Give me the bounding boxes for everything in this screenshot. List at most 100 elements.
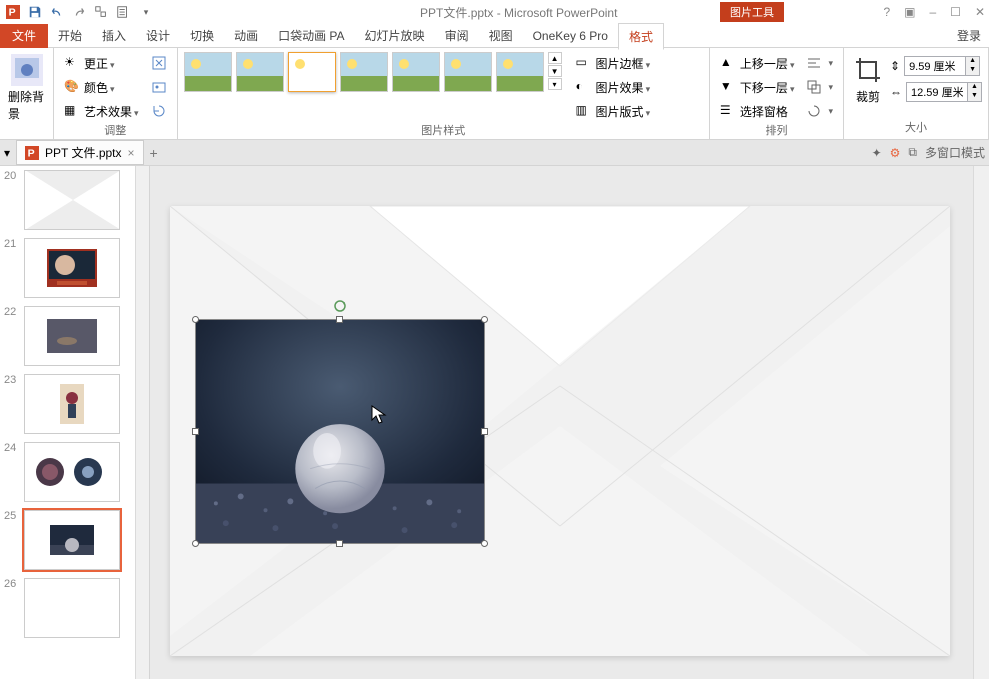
maximize-icon[interactable]: ☐ [950, 5, 961, 19]
color-button[interactable]: 🎨颜色 [60, 76, 143, 98]
rotate-handle[interactable] [334, 300, 346, 312]
artistic-effects-button[interactable]: ▦艺术效果 [60, 100, 143, 122]
gallery-more-icon[interactable]: ▾ [548, 78, 562, 90]
slide-thumbnail-24[interactable] [24, 442, 120, 502]
tab-onekey[interactable]: OneKey 6 Pro [523, 25, 618, 47]
picture-effects-button[interactable]: ◐图片效果 [572, 76, 655, 98]
tool-icon-1[interactable]: ✦ [872, 146, 882, 160]
arrange-group-label: 排列 [716, 122, 837, 138]
resize-handle-nw[interactable] [192, 316, 199, 323]
thumbnail-scrollbar[interactable] [135, 166, 149, 679]
styles-group-label: 图片样式 [184, 122, 703, 138]
slide-editor[interactable] [150, 166, 973, 679]
width-down-icon[interactable]: ▼ [967, 92, 981, 101]
thumb-number: 23 [4, 374, 20, 434]
corrections-button[interactable]: ☀更正 [60, 52, 143, 74]
slide-thumbnail-21[interactable] [24, 238, 120, 298]
style-preset-1[interactable] [184, 52, 232, 92]
document-tab[interactable]: P PPT 文件.pptx × [16, 140, 144, 165]
doctab-close-icon[interactable]: × [128, 146, 135, 160]
ribbon-display-icon[interactable]: ▣ [904, 5, 915, 19]
vertical-scrollbar[interactable] [973, 166, 989, 679]
close-icon[interactable]: ✕ [975, 5, 985, 19]
align-button[interactable] [802, 52, 837, 74]
bring-forward-button[interactable]: ▲上移一层 [716, 52, 799, 74]
palette-icon: 🎨 [64, 79, 80, 95]
save-icon[interactable] [26, 3, 44, 21]
rotate-button[interactable] [802, 100, 837, 122]
ribbon: 删除背景 ☀更正 🎨颜色 ▦艺术效果 调整 [0, 48, 989, 140]
login-button[interactable]: 登录 [949, 23, 989, 48]
effects-icon: ▦ [64, 103, 80, 119]
resize-handle-e[interactable] [481, 428, 488, 435]
height-input[interactable]: ▲▼ [904, 56, 980, 76]
picture-border-button[interactable]: ▭图片边框 [572, 52, 655, 74]
picture-style-gallery: ▲ ▼ ▾ [184, 52, 562, 122]
width-up-icon[interactable]: ▲ [967, 83, 981, 92]
selected-picture[interactable] [195, 319, 485, 544]
picture-layout-button[interactable]: ▥图片版式 [572, 100, 655, 122]
slide-thumbnail-20[interactable] [24, 170, 120, 230]
new-tab-button[interactable]: + [150, 145, 158, 161]
slide-canvas[interactable] [170, 206, 950, 656]
tab-format[interactable]: 格式 [618, 23, 664, 50]
gallery-up-icon[interactable]: ▲ [548, 52, 562, 64]
contextual-tab-header: 图片工具 [720, 0, 784, 24]
change-picture-button[interactable] [147, 76, 171, 98]
layout-icon: ▥ [576, 103, 592, 119]
slide-thumbnail-22[interactable] [24, 306, 120, 366]
settings-icon[interactable]: ⚙ [890, 146, 901, 160]
style-preset-6[interactable] [444, 52, 492, 92]
compress-pictures-button[interactable] [147, 52, 171, 74]
tab-animations[interactable]: 动画 [224, 23, 268, 48]
style-preset-2[interactable] [236, 52, 284, 92]
help-icon[interactable]: ? [883, 5, 890, 19]
tab-review[interactable]: 审阅 [435, 23, 479, 48]
selection-pane-button[interactable]: ☰选择窗格 [716, 100, 799, 122]
tab-view[interactable]: 视图 [479, 23, 523, 48]
slide-thumbnail-26[interactable] [24, 578, 120, 638]
slide-thumbnail-23[interactable] [24, 374, 120, 434]
reset-picture-button[interactable] [147, 100, 171, 122]
tab-design[interactable]: 设计 [136, 23, 180, 48]
qat-icon-2[interactable] [114, 3, 132, 21]
qat-icon-1[interactable] [92, 3, 110, 21]
tab-home[interactable]: 开始 [48, 23, 92, 48]
slide-thumbnail-25[interactable] [24, 510, 120, 570]
resize-handle-ne[interactable] [481, 316, 488, 323]
resize-handle-se[interactable] [481, 540, 488, 547]
thumb-number: 26 [4, 578, 20, 638]
file-tab[interactable]: 文件 [0, 24, 48, 48]
minimize-icon[interactable]: – [929, 5, 936, 19]
height-down-icon[interactable]: ▼ [965, 66, 979, 75]
tab-insert[interactable]: 插入 [92, 23, 136, 48]
thumb-number: 21 [4, 238, 20, 298]
resize-handle-w[interactable] [192, 428, 199, 435]
multiwindow-label[interactable]: 多窗口模式 [925, 144, 985, 161]
resize-handle-sw[interactable] [192, 540, 199, 547]
send-backward-button[interactable]: ▼下移一层 [716, 76, 799, 98]
thumb-number: 25 [4, 510, 20, 570]
style-preset-4[interactable] [340, 52, 388, 92]
adjust-group-label: 调整 [60, 122, 171, 138]
width-input[interactable]: ▲▼ [906, 82, 982, 102]
qat-customize-icon[interactable] [136, 3, 154, 21]
tab-pa[interactable]: 口袋动画 PA [268, 23, 354, 48]
style-preset-7[interactable] [496, 52, 544, 92]
style-preset-3[interactable] [288, 52, 336, 92]
remove-background-button[interactable]: 删除背景 [6, 52, 47, 124]
undo-icon[interactable] [48, 3, 66, 21]
tab-slideshow[interactable]: 幻灯片放映 [355, 23, 435, 48]
resize-handle-n[interactable] [336, 316, 343, 323]
group-arrange: ▲上移一层 ▼下移一层 ☰选择窗格 排列 [710, 48, 844, 139]
redo-icon[interactable] [70, 3, 88, 21]
tab-list-icon[interactable]: ▾ [4, 146, 10, 160]
multiwindow-icon[interactable]: ⧉ [908, 145, 917, 160]
height-up-icon[interactable]: ▲ [965, 57, 979, 66]
group-button[interactable] [802, 76, 837, 98]
style-preset-5[interactable] [392, 52, 440, 92]
resize-handle-s[interactable] [336, 540, 343, 547]
tab-transitions[interactable]: 切换 [180, 23, 224, 48]
gallery-down-icon[interactable]: ▼ [548, 65, 562, 77]
crop-button[interactable]: 裁剪 [850, 52, 886, 107]
